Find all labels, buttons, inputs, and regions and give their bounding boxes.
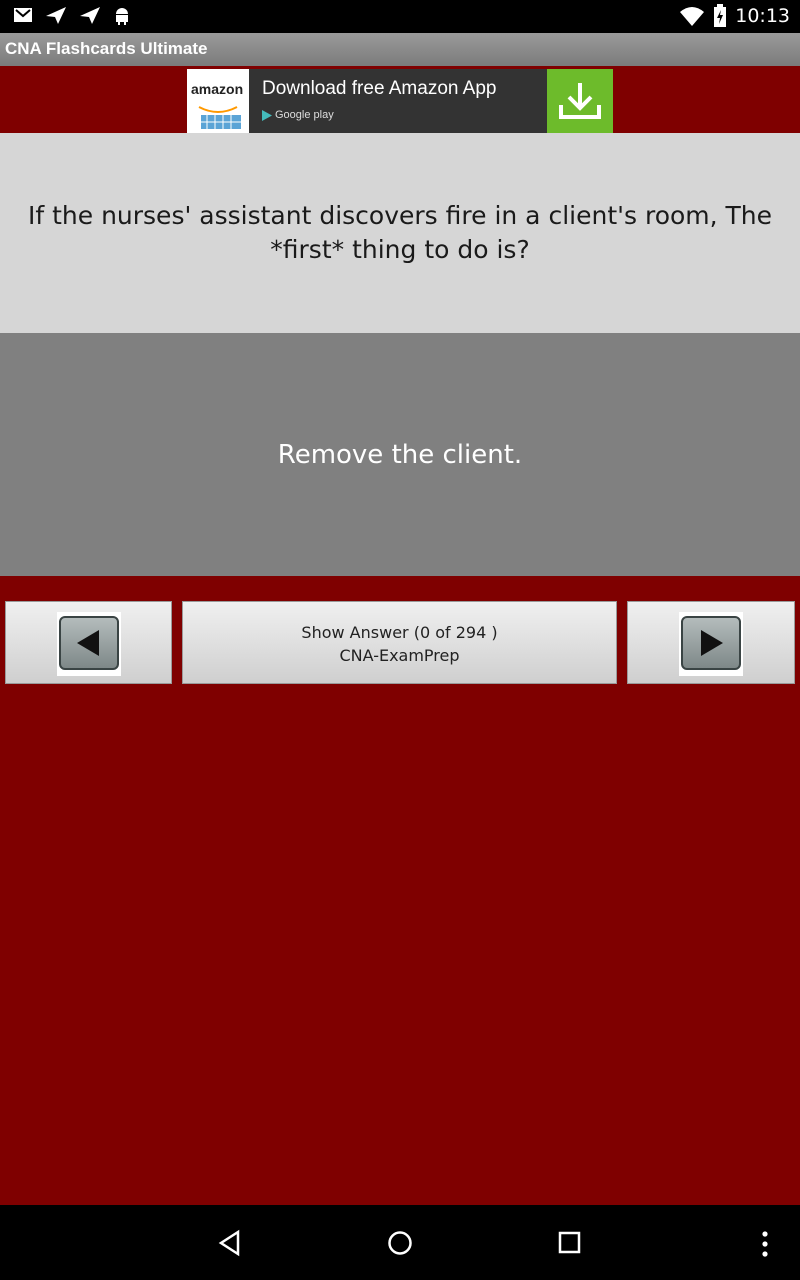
deck-name-label: CNA-ExamPrep (339, 646, 460, 665)
send-icon (46, 7, 66, 24)
google-play-icon (262, 109, 272, 121)
download-icon (559, 83, 601, 119)
amazon-logo: amazon (187, 69, 249, 133)
next-arrow-tile (679, 612, 743, 676)
previous-arrow-tile (57, 612, 121, 676)
clock: 10:13 (735, 5, 790, 27)
arrow-right-icon (701, 630, 723, 656)
battery-icon (714, 4, 727, 27)
status-bar: 10:13 (0, 0, 800, 33)
show-answer-label: Show Answer (0 of 294 ) (301, 623, 498, 642)
app-title-bar: CNA Flashcards Ultimate (0, 33, 800, 66)
navigation-bar (0, 1205, 800, 1280)
ad-store-text: Google play (275, 109, 334, 121)
wifi-icon (680, 7, 705, 26)
answer-card: Remove the client. (0, 333, 800, 576)
question-text: If the nurses' assistant discovers fire … (27, 201, 773, 264)
ad-download-button[interactable] (547, 69, 613, 133)
ad-title: Download free Amazon App (262, 78, 497, 99)
ad-banner[interactable]: amazon Download free Amazon App Google p… (187, 69, 613, 133)
android-icon (116, 8, 128, 25)
show-answer-button[interactable]: Show Answer (0 of 294 ) CNA-ExamPrep (182, 601, 617, 684)
next-button[interactable] (627, 601, 795, 684)
app-title: CNA Flashcards Ultimate (5, 39, 208, 58)
back-icon[interactable] (216, 1229, 244, 1257)
recents-icon[interactable] (557, 1230, 583, 1256)
gmail-icon (14, 8, 32, 22)
answer-text: Remove the client. (277, 439, 523, 470)
ad-store-label: Google play (262, 109, 334, 121)
question-card: If the nurses' assistant discovers fire … (0, 133, 800, 333)
previous-arrow-face (59, 616, 119, 670)
amazon-logo-text: amazon (191, 81, 244, 97)
previous-button[interactable] (5, 601, 172, 684)
home-icon[interactable] (386, 1229, 414, 1257)
arrow-left-icon (77, 630, 99, 656)
overflow-menu-icon[interactable] (759, 1230, 771, 1258)
cart-icon (198, 106, 241, 129)
send-icon (80, 7, 100, 24)
next-arrow-face (681, 616, 741, 670)
